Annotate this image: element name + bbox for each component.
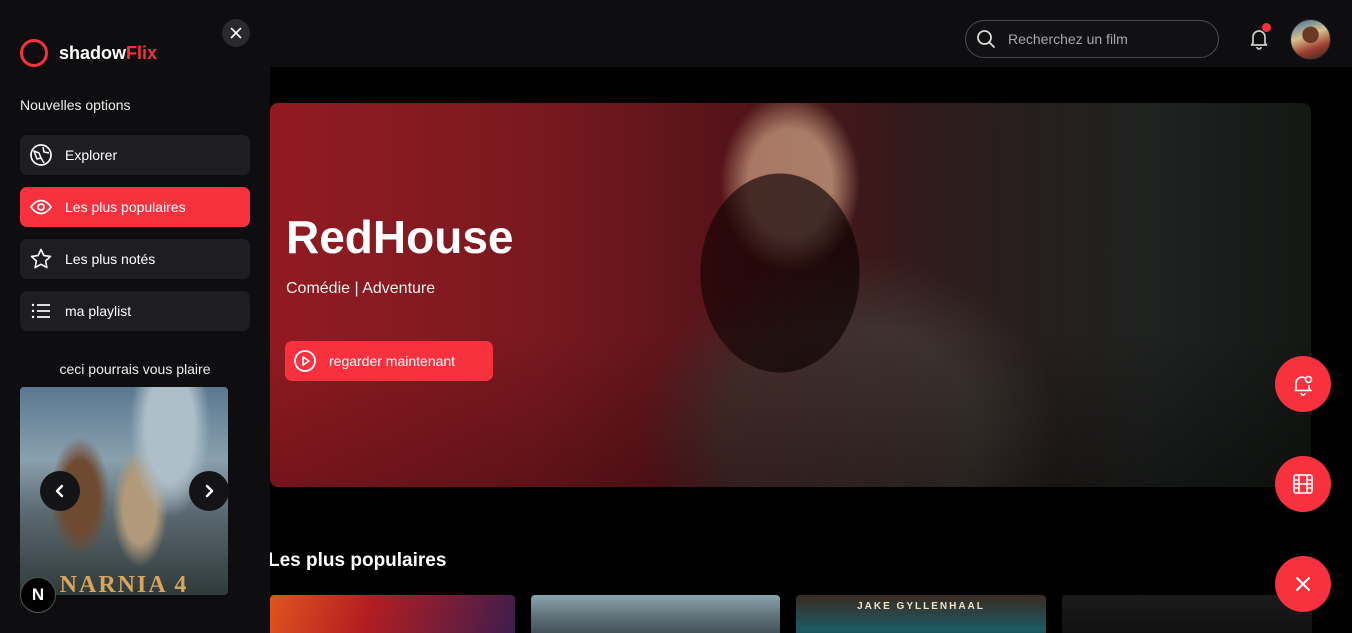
- hero-title: RedHouse: [286, 211, 514, 263]
- logo-ring-icon: [20, 39, 48, 67]
- sidebar-item-label: Les plus notés: [65, 251, 156, 267]
- star-icon: [30, 248, 52, 269]
- movie-card[interactable]: JAKE GYLLENHAAL: [796, 595, 1046, 633]
- carousel-prev-button[interactable]: [40, 471, 80, 511]
- logo-text: shadowFlix: [59, 43, 157, 64]
- eye-icon: [30, 199, 52, 215]
- logo[interactable]: shadowFlix: [20, 39, 157, 67]
- movie-card[interactable]: [531, 595, 780, 633]
- user-avatar[interactable]: [1290, 19, 1331, 60]
- hero-genres: Comédie | Adventure: [286, 280, 436, 297]
- sidebar-item-top-rated[interactable]: Les plus notés: [20, 239, 250, 279]
- close-icon: [1296, 577, 1310, 591]
- watch-now-label: regarder maintenant: [329, 353, 456, 369]
- search-bar[interactable]: [965, 20, 1219, 58]
- list-icon: [31, 303, 50, 319]
- film-icon: [1293, 474, 1313, 494]
- watch-now-button[interactable]: regarder maintenant: [285, 341, 493, 381]
- sidebar-item-popular[interactable]: Les plus populaires: [20, 187, 250, 227]
- carousel-next-button[interactable]: [189, 471, 229, 511]
- chevron-right-icon: [205, 484, 214, 498]
- movie-card-caption: JAKE GYLLENHAAL: [857, 601, 985, 612]
- logo-text-part2: Flix: [126, 42, 158, 63]
- sidebar-item-label: Les plus populaires: [65, 199, 186, 215]
- play-circle-icon: [294, 350, 316, 372]
- sidebar-item-playlist[interactable]: ma playlist: [20, 291, 250, 331]
- sidebar-item-explorer[interactable]: Explorer: [20, 135, 250, 175]
- add-alert-button[interactable]: [1275, 356, 1331, 412]
- close-sidebar-button[interactable]: [222, 19, 250, 47]
- movie-card[interactable]: [1062, 595, 1312, 633]
- sidebar-item-label: Explorer: [65, 147, 118, 163]
- compass-icon: [30, 144, 52, 166]
- search-input[interactable]: [1008, 31, 1198, 47]
- suggestion-title: ceci pourrais vous plaire: [59, 361, 211, 377]
- sidebar-item-label: ma playlist: [65, 303, 132, 319]
- close-fab-button[interactable]: [1275, 556, 1331, 612]
- sidebar-heading: Nouvelles options: [20, 97, 131, 113]
- logo-text-part1: shadow: [59, 42, 127, 63]
- chevron-left-icon: [55, 484, 64, 498]
- bell-plus-icon: [1294, 375, 1313, 396]
- popular-section-title: Les plus populaires: [268, 550, 447, 571]
- close-icon: [230, 27, 242, 39]
- movie-card[interactable]: [270, 595, 515, 633]
- search-icon: [977, 30, 995, 48]
- movies-button[interactable]: [1275, 456, 1331, 512]
- n-badge[interactable]: N: [20, 577, 56, 613]
- sidebar: shadowFlix Nouvelles options Explorer Le…: [0, 0, 270, 633]
- notification-badge: [1262, 23, 1271, 32]
